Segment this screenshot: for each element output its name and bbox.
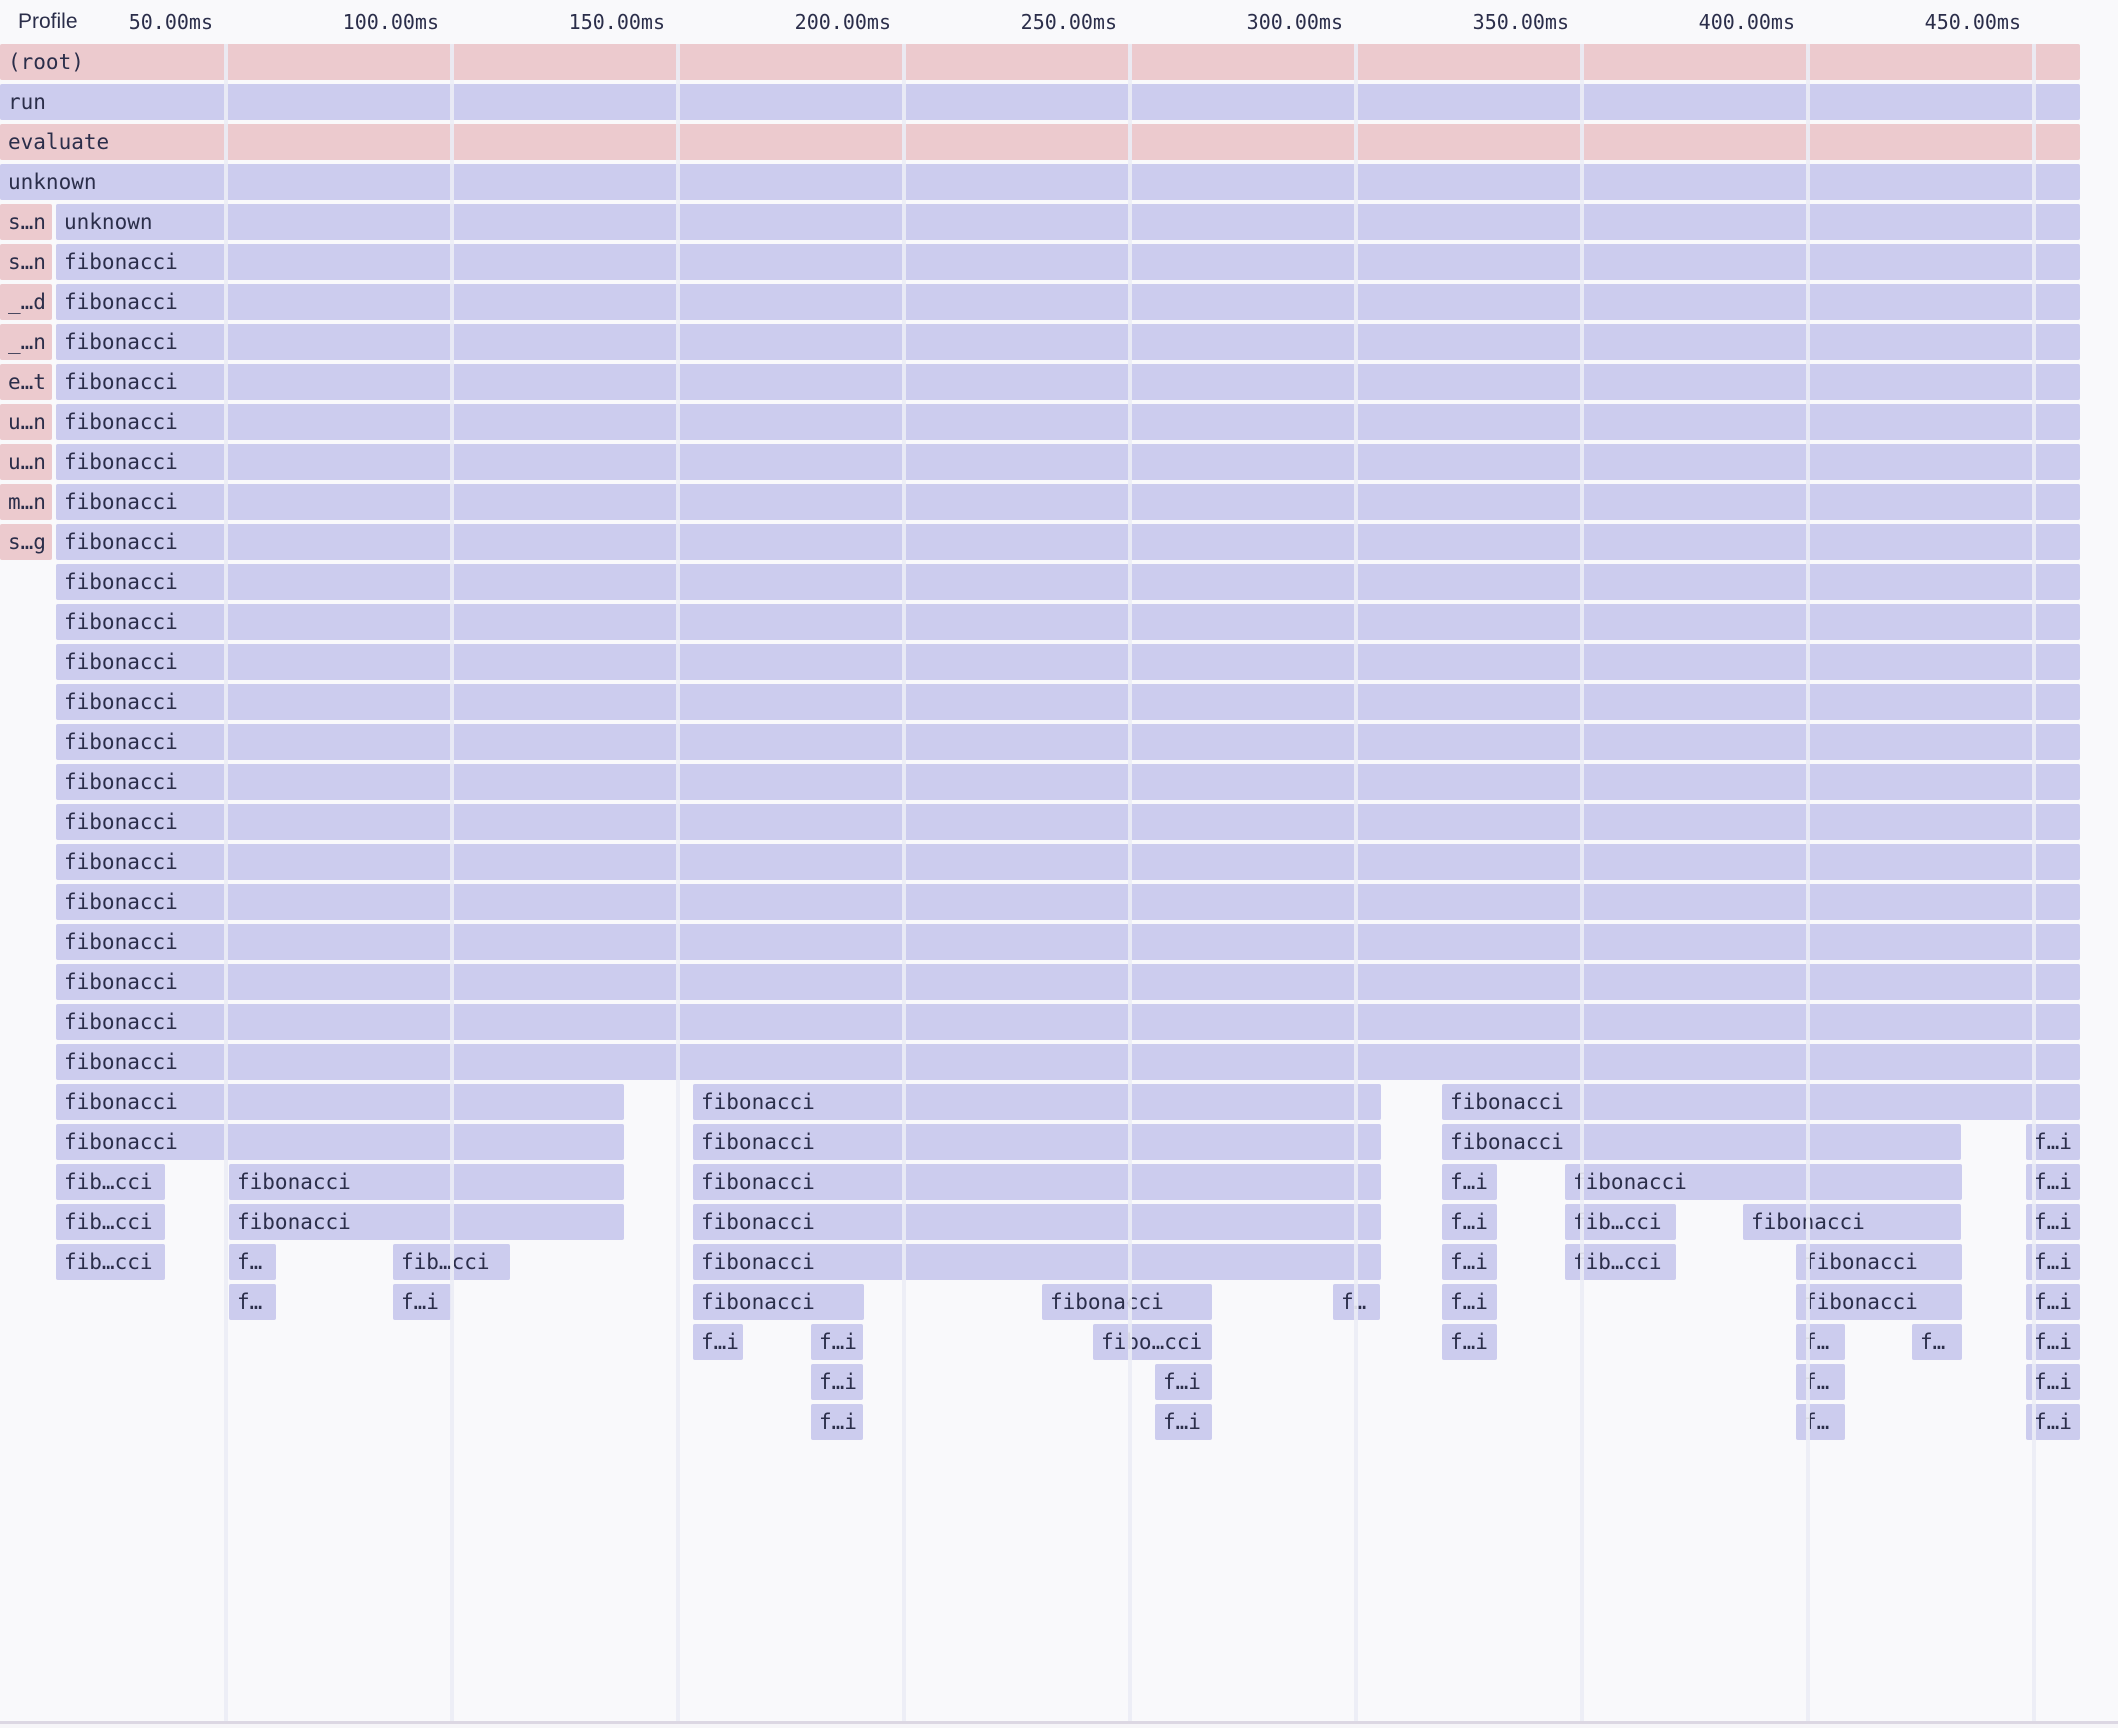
flame-frame[interactable]: f…i	[1442, 1324, 1497, 1360]
flame-frame[interactable]: fibonacci	[56, 404, 2080, 440]
flame-frame[interactable]: fibonacci	[56, 564, 2080, 600]
scrollbar-track	[0, 1724, 2118, 1728]
flame-frame[interactable]: fibonacci	[56, 924, 2080, 960]
flame-frame[interactable]: f…i	[811, 1324, 863, 1360]
time-tick-label: 150.00ms	[569, 0, 665, 44]
flame-frame[interactable]: f…i	[1442, 1164, 1497, 1200]
flame-frame[interactable]: fibonacci	[56, 1044, 2080, 1080]
flame-frame[interactable]: fibonacci	[1565, 1164, 1962, 1200]
flame-frame[interactable]: fibonacci	[56, 964, 2080, 1000]
flame-frame[interactable]: fibonacci	[56, 484, 2080, 520]
time-tick-label: 250.00ms	[1021, 0, 1117, 44]
flame-frame[interactable]: fibonacci	[693, 1284, 864, 1320]
flame-frame[interactable]: f…i	[2026, 1404, 2080, 1440]
flame-frame[interactable]: f…i	[1442, 1204, 1497, 1240]
flame-frame[interactable]: fibonacci	[1442, 1084, 2080, 1120]
flame-frame[interactable]: unknown	[0, 164, 2080, 200]
flame-frame[interactable]: fibo…cci	[1093, 1324, 1212, 1360]
flame-frame[interactable]: s…n	[0, 244, 52, 280]
flame-frame[interactable]: fibonacci	[56, 604, 2080, 640]
flame-frame[interactable]: f…	[1333, 1284, 1380, 1320]
flame-frame[interactable]: f…i	[811, 1404, 863, 1440]
flame-frame[interactable]: f…i	[2026, 1284, 2080, 1320]
time-tick-label: 450.00ms	[1925, 0, 2021, 44]
flame-frame[interactable]: fib…cci	[56, 1204, 165, 1240]
flame-frame[interactable]: fibonacci	[1042, 1284, 1212, 1320]
flame-frame[interactable]: fibonacci	[693, 1084, 1381, 1120]
flame-chart[interactable]: Profile 50.00ms 100.00ms 150.00ms 200.00ms 2…	[0, 0, 2118, 1728]
time-tick-label: 50.00ms	[129, 0, 213, 44]
time-tick-label: 300.00ms	[1247, 0, 1343, 44]
flame-frame[interactable]: f…i	[1155, 1364, 1212, 1400]
flame-frame[interactable]: f…i	[693, 1324, 743, 1360]
flame-frame[interactable]: f…i	[2026, 1164, 2080, 1200]
flame-frame[interactable]: f…i	[393, 1284, 451, 1320]
flame-frame[interactable]: _…d	[0, 284, 52, 320]
flame-frame[interactable]: f…i	[2026, 1324, 2080, 1360]
flame-frame[interactable]: fibonacci	[56, 324, 2080, 360]
flame-frame[interactable]: fibonacci	[56, 884, 2080, 920]
time-tick-label: 100.00ms	[343, 0, 439, 44]
flame-frame[interactable]: f…	[229, 1284, 276, 1320]
flame-frame[interactable]: f…i	[1155, 1404, 1212, 1440]
flame-frame[interactable]: fibonacci	[229, 1204, 624, 1240]
flame-frame[interactable]: fibonacci	[56, 684, 2080, 720]
chart-header: Profile 50.00ms 100.00ms 150.00ms 200.00ms 2…	[0, 0, 2118, 44]
flame-frame[interactable]: f…i	[2026, 1244, 2080, 1280]
flame-frame[interactable]: (root)	[0, 44, 2080, 80]
flame-frame[interactable]: f…	[1912, 1324, 1962, 1360]
flame-frame[interactable]: fibonacci	[693, 1124, 1381, 1160]
flame-frame[interactable]: s…n	[0, 204, 52, 240]
flame-frame[interactable]: fibonacci	[1796, 1284, 1962, 1320]
flame-frame[interactable]: fibonacci	[56, 284, 2080, 320]
flame-frame[interactable]: fibonacci	[1442, 1124, 1961, 1160]
flame-frame[interactable]: fibonacci	[229, 1164, 624, 1200]
flame-frame[interactable]: f…i	[2026, 1124, 2080, 1160]
flame-frame[interactable]: _…n	[0, 324, 52, 360]
time-tick-label: 200.00ms	[795, 0, 891, 44]
flame-frame[interactable]: fibonacci	[56, 1084, 624, 1120]
flame-frame[interactable]: fibonacci	[56, 644, 2080, 680]
flame-frame[interactable]: fibonacci	[56, 444, 2080, 480]
flame-frame[interactable]: e…t	[0, 364, 52, 400]
flame-frame[interactable]: fib…cci	[393, 1244, 510, 1280]
flame-frame[interactable]: f…i	[1442, 1244, 1497, 1280]
flame-frame[interactable]: u…n	[0, 404, 52, 440]
flame-frame[interactable]: fibonacci	[693, 1164, 1381, 1200]
flame-frame[interactable]: unknown	[56, 204, 2080, 240]
flame-frame[interactable]: f…i	[2026, 1364, 2080, 1400]
flame-frame[interactable]: m…n	[0, 484, 52, 520]
flame-frame[interactable]: f…	[1796, 1324, 1845, 1360]
flame-frame[interactable]: fib…cci	[56, 1244, 165, 1280]
flame-frame[interactable]: run	[0, 84, 2080, 120]
flame-frame[interactable]: fibonacci	[56, 364, 2080, 400]
flame-frame[interactable]: fibonacci	[56, 244, 2080, 280]
flame-frame[interactable]: f…	[229, 1244, 276, 1280]
flame-frame[interactable]: f…i	[1442, 1284, 1497, 1320]
flame-frame[interactable]: fibonacci	[56, 1004, 2080, 1040]
flame-frame[interactable]: fib…cci	[1565, 1204, 1676, 1240]
flame-frame[interactable]: fibonacci	[56, 724, 2080, 760]
flame-frame[interactable]: f…i	[2026, 1204, 2080, 1240]
flame-frame[interactable]: fib…cci	[56, 1164, 165, 1200]
time-tick-label: 400.00ms	[1699, 0, 1795, 44]
flame-frame[interactable]: fibonacci	[56, 764, 2080, 800]
flame-frame[interactable]: fibonacci	[1743, 1204, 1961, 1240]
flame-frame[interactable]: fibonacci	[693, 1204, 1381, 1240]
flame-frame[interactable]: f…	[1796, 1404, 1845, 1440]
flame-frame[interactable]: fibonacci	[56, 844, 2080, 880]
flame-frame[interactable]: fibonacci	[56, 804, 2080, 840]
flame-frame[interactable]: fibonacci	[56, 1124, 624, 1160]
flame-frame[interactable]: fibonacci	[56, 524, 2080, 560]
flame-frame[interactable]: evaluate	[0, 124, 2080, 160]
time-tick-label: 350.00ms	[1473, 0, 1569, 44]
flame-frame[interactable]: fib…cci	[1565, 1244, 1676, 1280]
flame-frame[interactable]: fibonacci	[1796, 1244, 1962, 1280]
profile-title: Profile	[18, 0, 78, 44]
flame-frame[interactable]: fibonacci	[693, 1244, 1381, 1280]
flame-frame[interactable]: f…i	[811, 1364, 863, 1400]
flame-frame[interactable]: s…g	[0, 524, 52, 560]
flame-frame[interactable]: f…	[1796, 1364, 1845, 1400]
flame-frame[interactable]: u…n	[0, 444, 52, 480]
